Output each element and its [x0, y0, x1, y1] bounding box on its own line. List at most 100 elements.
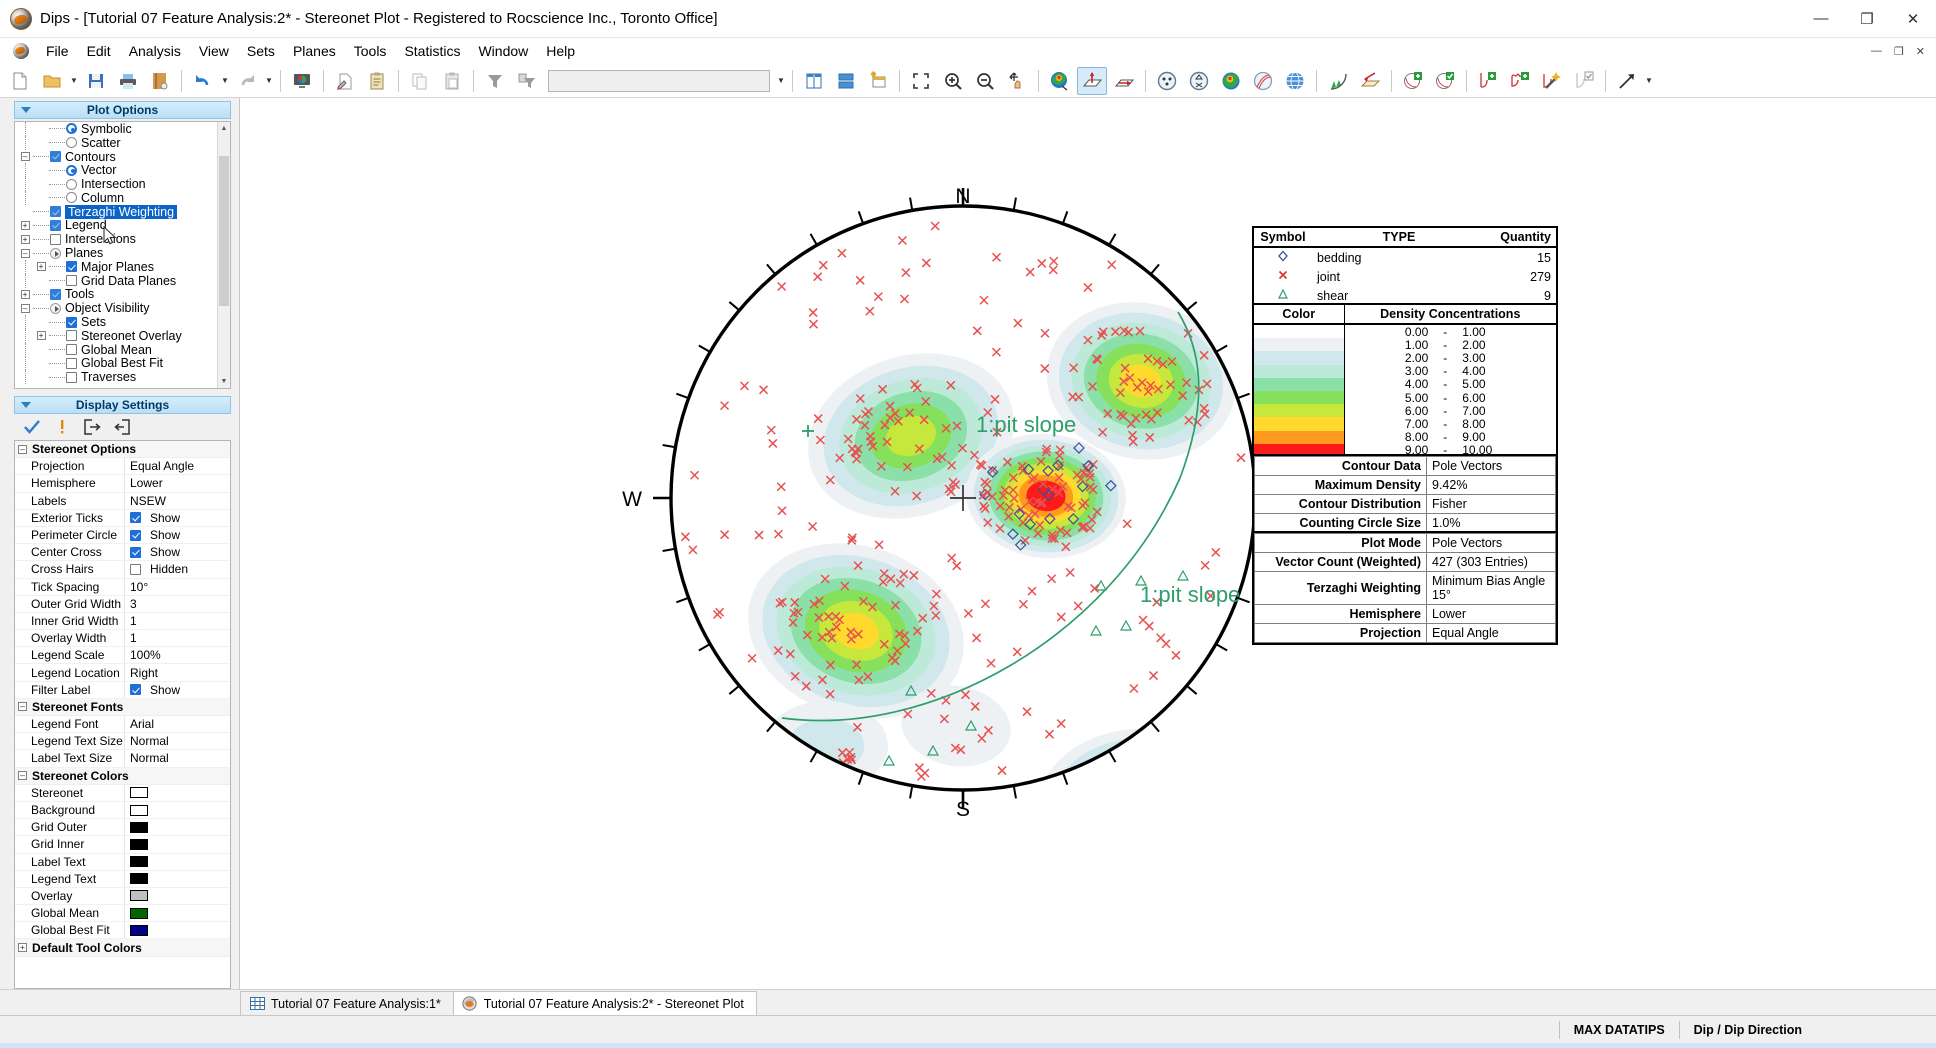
tree-item-object-visibility[interactable]: –Object Visibility: [15, 301, 230, 315]
setting-row-filter-label[interactable]: Filter LabelShow: [15, 682, 230, 699]
filter-combo[interactable]: [548, 70, 770, 92]
expander-plus-icon[interactable]: +: [33, 262, 49, 271]
defaults-exclaim-icon[interactable]: [52, 418, 72, 436]
tree-item-scatter[interactable]: Scatter: [15, 136, 230, 150]
tree-item-grid-data-planes[interactable]: Grid Data Planes: [15, 274, 230, 288]
setting-row-tick-spacing[interactable]: Tick Spacing10°: [15, 579, 230, 596]
setting-row-center-cross[interactable]: Center CrossShow: [15, 544, 230, 561]
setting-row-inner-grid-width[interactable]: Inner Grid Width1: [15, 613, 230, 630]
mdi-minimize-button[interactable]: —: [1866, 45, 1887, 58]
checkbox-cross-hairs[interactable]: [130, 564, 141, 575]
arrow-tool-icon[interactable]: [1612, 67, 1642, 95]
setting-row-legend-font[interactable]: Legend FontArial: [15, 716, 230, 733]
settings-group-default-tool-colors[interactable]: +Default Tool Colors: [15, 939, 230, 956]
tree-scrollbar[interactable]: ▲ ▼: [217, 122, 230, 388]
tree-item-global-best-fit[interactable]: Global Best Fit: [15, 357, 230, 371]
pan-icon[interactable]: [1002, 67, 1032, 95]
checkbox-major-planes[interactable]: [66, 261, 77, 272]
checkbox-center-cross[interactable]: [130, 547, 141, 558]
checkbox-terzaghi-weighting[interactable]: [50, 206, 61, 217]
expander-minus-icon[interactable]: –: [17, 304, 33, 313]
checkbox-grid-data-planes[interactable]: [66, 275, 77, 286]
filter-combo-chevron-down-icon[interactable]: ▼: [775, 67, 787, 95]
color-swatch-legend-text[interactable]: [130, 873, 148, 884]
new-file-icon[interactable]: [5, 67, 35, 95]
settings-group-stereonet-options[interactable]: –Stereonet Options: [15, 441, 230, 458]
split-horizontal-icon[interactable]: [831, 67, 861, 95]
radio-intersection[interactable]: [66, 179, 77, 190]
expander-minus-icon[interactable]: –: [17, 249, 33, 258]
plane-up-icon[interactable]: [1077, 67, 1107, 95]
mdi-close-button[interactable]: ✕: [1911, 45, 1930, 58]
export-settings-icon[interactable]: [82, 418, 102, 436]
checkbox-global-mean[interactable]: [66, 344, 77, 355]
menu-planes[interactable]: Planes: [284, 40, 345, 62]
tree-item-global-mean[interactable]: Global Mean: [15, 343, 230, 357]
tree-item-legend[interactable]: +Legend: [15, 219, 230, 233]
setting-row-overlay-width[interactable]: Overlay Width1: [15, 630, 230, 647]
color-swatch-grid-inner[interactable]: [130, 839, 148, 850]
tree-item-tools[interactable]: +Tools: [15, 288, 230, 302]
add-freehand-icon[interactable]: [1505, 67, 1535, 95]
redo-icon[interactable]: [232, 67, 262, 95]
tree-item-intersections[interactable]: +Intersections: [15, 232, 230, 246]
add-window-icon[interactable]: [1473, 67, 1503, 95]
scroll-up-icon[interactable]: ▲: [218, 122, 230, 135]
dip-vector-icon[interactable]: [1184, 67, 1214, 95]
tree-item-vector[interactable]: Vector: [15, 163, 230, 177]
filter-data-icon[interactable]: [512, 67, 542, 95]
document-tab[interactable]: Tutorial 07 Feature Analysis:2* - Stereo…: [453, 991, 757, 1015]
radio-column[interactable]: [66, 192, 77, 203]
setting-row-perimeter-circle[interactable]: Perimeter CircleShow: [15, 527, 230, 544]
tree-item-major-planes[interactable]: +Major Planes: [15, 260, 230, 274]
menu-window[interactable]: Window: [469, 40, 537, 62]
setting-row-cross-hairs[interactable]: Cross HairsHidden: [15, 561, 230, 578]
radio-scatter[interactable]: [66, 137, 77, 148]
menu-tools[interactable]: Tools: [345, 40, 396, 62]
menu-view[interactable]: View: [190, 40, 238, 62]
zoom-out-icon[interactable]: [970, 67, 1000, 95]
setting-row-overlay[interactable]: Overlay: [15, 888, 230, 905]
color-swatch-global-mean[interactable]: [130, 908, 148, 919]
color-monitor-icon[interactable]: [287, 67, 317, 95]
collapse-triangle-icon[interactable]: [21, 107, 31, 113]
tree-item-stereonet-overlay[interactable]: +Stereonet Overlay: [15, 329, 230, 343]
setting-row-legend-location[interactable]: Legend LocationRight: [15, 664, 230, 681]
tri-state-planes-icon[interactable]: [50, 248, 61, 259]
setting-row-exterior-ticks[interactable]: Exterior TicksShow: [15, 510, 230, 527]
tree-item-symbolic[interactable]: Symbolic: [15, 122, 230, 136]
color-swatch-label-text[interactable]: [130, 856, 148, 867]
rosette-plot-icon[interactable]: [1323, 67, 1353, 95]
menu-statistics[interactable]: Statistics: [395, 40, 469, 62]
checkbox-exterior-ticks[interactable]: [130, 512, 141, 523]
clipboard-icon[interactable]: [362, 67, 392, 95]
mdi-restore-button[interactable]: ❐: [1889, 45, 1909, 58]
setting-row-label-text-size[interactable]: Label Text SizeNormal: [15, 750, 230, 767]
undo-dropdown-icon[interactable]: ▼: [219, 67, 231, 95]
tri-state-object-visibility-icon[interactable]: [50, 303, 61, 314]
setting-row-stereonet[interactable]: Stereonet: [15, 785, 230, 802]
edit-doc-icon[interactable]: [330, 67, 360, 95]
setting-row-legend-text[interactable]: Legend Text: [15, 871, 230, 888]
open-folder-dropdown-icon[interactable]: ▼: [68, 67, 80, 95]
settings-group-stereonet-colors[interactable]: –Stereonet Colors: [15, 768, 230, 785]
minimize-button[interactable]: —: [1798, 0, 1844, 37]
rosette-icon[interactable]: [1248, 67, 1278, 95]
expander-icon[interactable]: +: [18, 943, 27, 952]
menu-file[interactable]: File: [37, 40, 78, 62]
contour-globe-icon[interactable]: [1216, 67, 1246, 95]
arrow-tool-dropdown-icon[interactable]: ▼: [1643, 67, 1655, 95]
tree-item-contours[interactable]: –Contours: [15, 150, 230, 164]
checkbox-traverses[interactable]: [66, 372, 77, 383]
collapse-triangle-icon[interactable]: [21, 402, 31, 408]
import-settings-icon[interactable]: [112, 418, 132, 436]
checkbox-contours[interactable]: [50, 151, 61, 162]
setting-row-projection[interactable]: ProjectionEqual Angle: [15, 458, 230, 475]
checkbox-global-best-fit[interactable]: [66, 358, 77, 369]
checkbox-stereonet-overlay[interactable]: [66, 330, 77, 341]
checkbox-filter-label[interactable]: [130, 684, 141, 695]
radio-symbolic[interactable]: [66, 123, 77, 134]
color-swatch-overlay[interactable]: [130, 890, 148, 901]
print-icon[interactable]: [113, 67, 143, 95]
expander-plus-icon[interactable]: +: [17, 290, 33, 299]
